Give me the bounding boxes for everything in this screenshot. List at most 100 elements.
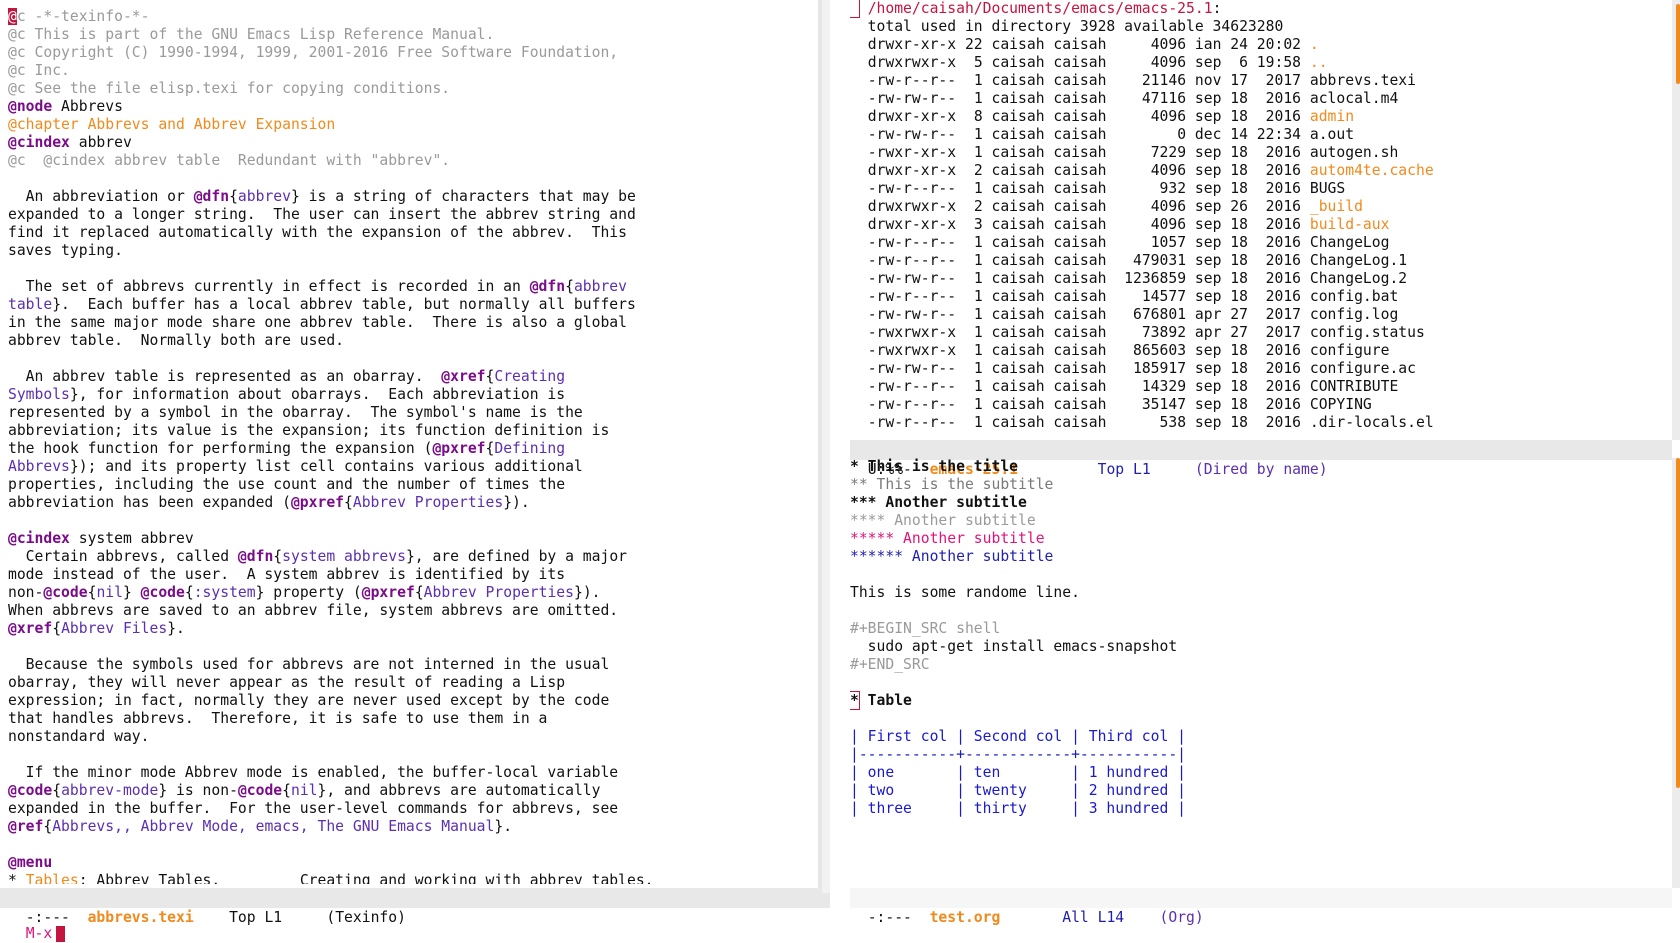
texinfo-line[interactable]: @cindex abbrev: [8, 134, 813, 152]
org-line[interactable]: |-----------+------------+-----------|: [850, 746, 1662, 764]
modeline-buffer-name[interactable]: test.org: [930, 909, 1001, 926]
texinfo-line[interactable]: expression; in fact, normally they are n…: [8, 692, 813, 710]
dired-entry[interactable]: -rw-r--r-- 1 caisah caisah 932 sep 18 20…: [850, 180, 1662, 198]
dired-filename[interactable]: ChangeLog: [1310, 234, 1390, 251]
dired-filename[interactable]: ChangeLog.2: [1310, 270, 1407, 287]
texinfo-line[interactable]: @chapter Abbrevs and Abbrev Expansion: [8, 116, 813, 134]
dired-filename[interactable]: autom4te.cache: [1310, 162, 1434, 179]
texinfo-line[interactable]: obarray, they will never appear as the r…: [8, 674, 813, 692]
dired-entry[interactable]: -rw-rw-r-- 1 caisah caisah 47116 sep 18 …: [850, 90, 1662, 108]
dired-filename[interactable]: CONTRIBUTE: [1310, 378, 1398, 395]
dired-filename[interactable]: _build: [1310, 198, 1363, 215]
org-line[interactable]: #+END_SRC: [850, 656, 1662, 674]
dired-entry[interactable]: -rw-rw-r-- 1 caisah caisah 676801 apr 27…: [850, 306, 1662, 324]
dired-listing[interactable]: drwxr-xr-x 22 caisah caisah 4096 ian 24 …: [850, 36, 1662, 432]
dired-filename[interactable]: config.log: [1310, 306, 1398, 323]
org-buffer-text[interactable]: * This is the title ** This is the subtit…: [850, 458, 1662, 818]
texinfo-line[interactable]: [8, 638, 813, 656]
texinfo-buffer-text[interactable]: @c -*-texinfo-*- @c This is part of the G…: [8, 8, 813, 884]
modeline-buffer-name[interactable]: abbrevs.texi: [88, 909, 194, 926]
dired-filename[interactable]: abbrevs.texi: [1310, 72, 1416, 89]
window-divider[interactable]: [822, 0, 830, 893]
texinfo-line[interactable]: @node Abbrevs: [8, 98, 813, 116]
org-line[interactable]: * Table: [850, 691, 1662, 710]
dired-filename[interactable]: a.out: [1310, 126, 1354, 143]
dired-scrollbar[interactable]: [1672, 0, 1680, 440]
org-line[interactable]: sudo apt-get install emacs-snapshot: [850, 638, 1662, 656]
texinfo-line[interactable]: The set of abbrevs currently in effect i…: [8, 278, 813, 296]
dired-filename[interactable]: configure: [1310, 342, 1390, 359]
texinfo-line[interactable]: @ref{Abbrevs,, Abbrev Mode, emacs, The G…: [8, 818, 813, 836]
texinfo-line[interactable]: Certain abbrevs, called @dfn{system abbr…: [8, 548, 813, 566]
texinfo-line[interactable]: Symbols}, for information about obarrays…: [8, 386, 813, 404]
texinfo-line[interactable]: @code{abbrev-mode} is non-@code{nil}, an…: [8, 782, 813, 800]
texinfo-line[interactable]: find it replaced automatically with the …: [8, 224, 813, 242]
org-line[interactable]: ****** Another subtitle: [850, 548, 1662, 566]
texinfo-line[interactable]: An abbreviation or @dfn{abbrev} is a str…: [8, 188, 813, 206]
dired-path[interactable]: /home/caisah/Documents/emacs/emacs-25.1: [868, 0, 1213, 17]
dired-entry[interactable]: -rw-r--r-- 1 caisah caisah 35147 sep 18 …: [850, 396, 1662, 414]
dired-entry[interactable]: -rw-r--r-- 1 caisah caisah 1057 sep 18 2…: [850, 234, 1662, 252]
texinfo-line[interactable]: properties, including the use count and …: [8, 476, 813, 494]
dired-entry[interactable]: -rw-r--r-- 1 caisah caisah 538 sep 18 20…: [850, 414, 1662, 432]
modeline-mode[interactable]: (Org): [1160, 909, 1204, 926]
dired-entry[interactable]: -rw-rw-r-- 1 caisah caisah 185917 sep 18…: [850, 360, 1662, 378]
texinfo-line[interactable]: @c -*-texinfo-*-: [8, 8, 813, 26]
texinfo-line[interactable]: represented by a symbol in the obarray. …: [8, 404, 813, 422]
dired-filename[interactable]: COPYING: [1310, 396, 1372, 413]
texinfo-line[interactable]: table}. Each buffer has a local abbrev t…: [8, 296, 813, 314]
dired-filename[interactable]: config.status: [1310, 324, 1425, 341]
dired-entry[interactable]: -rwxr-xr-x 1 caisah caisah 7229 sep 18 2…: [850, 144, 1662, 162]
dired-entry[interactable]: drwxr-xr-x 8 caisah caisah 4096 sep 18 2…: [850, 108, 1662, 126]
texinfo-line[interactable]: [8, 836, 813, 854]
texinfo-line[interactable]: * Tables: Abbrev Tables. Creating and wo…: [8, 872, 813, 884]
texinfo-line[interactable]: [8, 512, 813, 530]
texinfo-line[interactable]: [8, 170, 813, 188]
texinfo-line[interactable]: abbreviation; its value is the expansion…: [8, 422, 813, 440]
dired-entry[interactable]: drwxrwxr-x 2 caisah caisah 4096 sep 26 2…: [850, 198, 1662, 216]
dired-filename[interactable]: .dir-locals.el: [1310, 414, 1434, 431]
texinfo-line[interactable]: expanded in the buffer. For the user-lev…: [8, 800, 813, 818]
texinfo-line[interactable]: [8, 350, 813, 368]
dired-entry[interactable]: drwxr-xr-x 3 caisah caisah 4096 sep 18 2…: [850, 216, 1662, 234]
texinfo-line[interactable]: @c @cindex abbrev table Redundant with "…: [8, 152, 813, 170]
org-line[interactable]: [850, 602, 1662, 620]
texinfo-line[interactable]: @menu: [8, 854, 813, 872]
dired-entry[interactable]: drwxr-xr-x 2 caisah caisah 4096 sep 18 2…: [850, 162, 1662, 180]
dired-entry[interactable]: drwxrwxr-x 5 caisah caisah 4096 sep 6 19…: [850, 54, 1662, 72]
texinfo-line[interactable]: [8, 746, 813, 764]
dired-entry[interactable]: -rw-rw-r-- 1 caisah caisah 1236859 sep 1…: [850, 270, 1662, 288]
dired-filename[interactable]: ChangeLog.1: [1310, 252, 1407, 269]
org-line[interactable]: **** Another subtitle: [850, 512, 1662, 530]
dired-filename[interactable]: BUGS: [1310, 180, 1345, 197]
org-line[interactable]: | one | ten | 1 hundred |: [850, 764, 1662, 782]
org-line[interactable]: | two | twenty | 2 hundred |: [850, 782, 1662, 800]
texinfo-line[interactable]: @c Copyright (C) 1990-1994, 1999, 2001-2…: [8, 44, 813, 62]
modeline-mode[interactable]: (Texinfo): [326, 909, 406, 926]
texinfo-line[interactable]: nonstandard way.: [8, 728, 813, 746]
org-line[interactable]: [850, 710, 1662, 728]
texinfo-line[interactable]: When abbrevs are saved to an abbrev file…: [8, 602, 813, 620]
dired-filename[interactable]: aclocal.m4: [1310, 90, 1398, 107]
texinfo-line[interactable]: abbreviation has been expanded (@pxref{A…: [8, 494, 813, 512]
texinfo-line[interactable]: @cindex system abbrev: [8, 530, 813, 548]
dired-window[interactable]: /home/caisah/Documents/emacs/emacs-25.1:…: [850, 0, 1662, 440]
minibuffer[interactable]: M-x: [8, 907, 66, 942]
dired-entry[interactable]: -rwxrwxr-x 1 caisah caisah 865603 sep 18…: [850, 342, 1662, 360]
org-line[interactable]: ***** Another subtitle: [850, 530, 1662, 548]
org-line[interactable]: [850, 566, 1662, 584]
dired-entry[interactable]: -rwxrwxr-x 1 caisah caisah 73892 apr 27 …: [850, 324, 1662, 342]
dired-filename[interactable]: build-aux: [1310, 216, 1390, 233]
texinfo-line[interactable]: @xref{Abbrev Files}.: [8, 620, 813, 638]
texinfo-line[interactable]: that handles abbrevs. Therefore, it is s…: [8, 710, 813, 728]
texinfo-line[interactable]: @c This is part of the GNU Emacs Lisp Re…: [8, 26, 813, 44]
dired-filename[interactable]: config.bat: [1310, 288, 1398, 305]
dired-filename[interactable]: configure.ac: [1310, 360, 1416, 377]
texinfo-line[interactable]: abbrev table. Normally both are used.: [8, 332, 813, 350]
texinfo-line[interactable]: expanded to a longer string. The user ca…: [8, 206, 813, 224]
dired-scrollbar-thumb[interactable]: [1676, 4, 1680, 84]
org-line[interactable]: #+BEGIN_SRC shell: [850, 620, 1662, 638]
org-line[interactable]: | First col | Second col | Third col |: [850, 728, 1662, 746]
dired-entry[interactable]: -rw-r--r-- 1 caisah caisah 479031 sep 18…: [850, 252, 1662, 270]
dired-filename[interactable]: ..: [1310, 54, 1328, 71]
